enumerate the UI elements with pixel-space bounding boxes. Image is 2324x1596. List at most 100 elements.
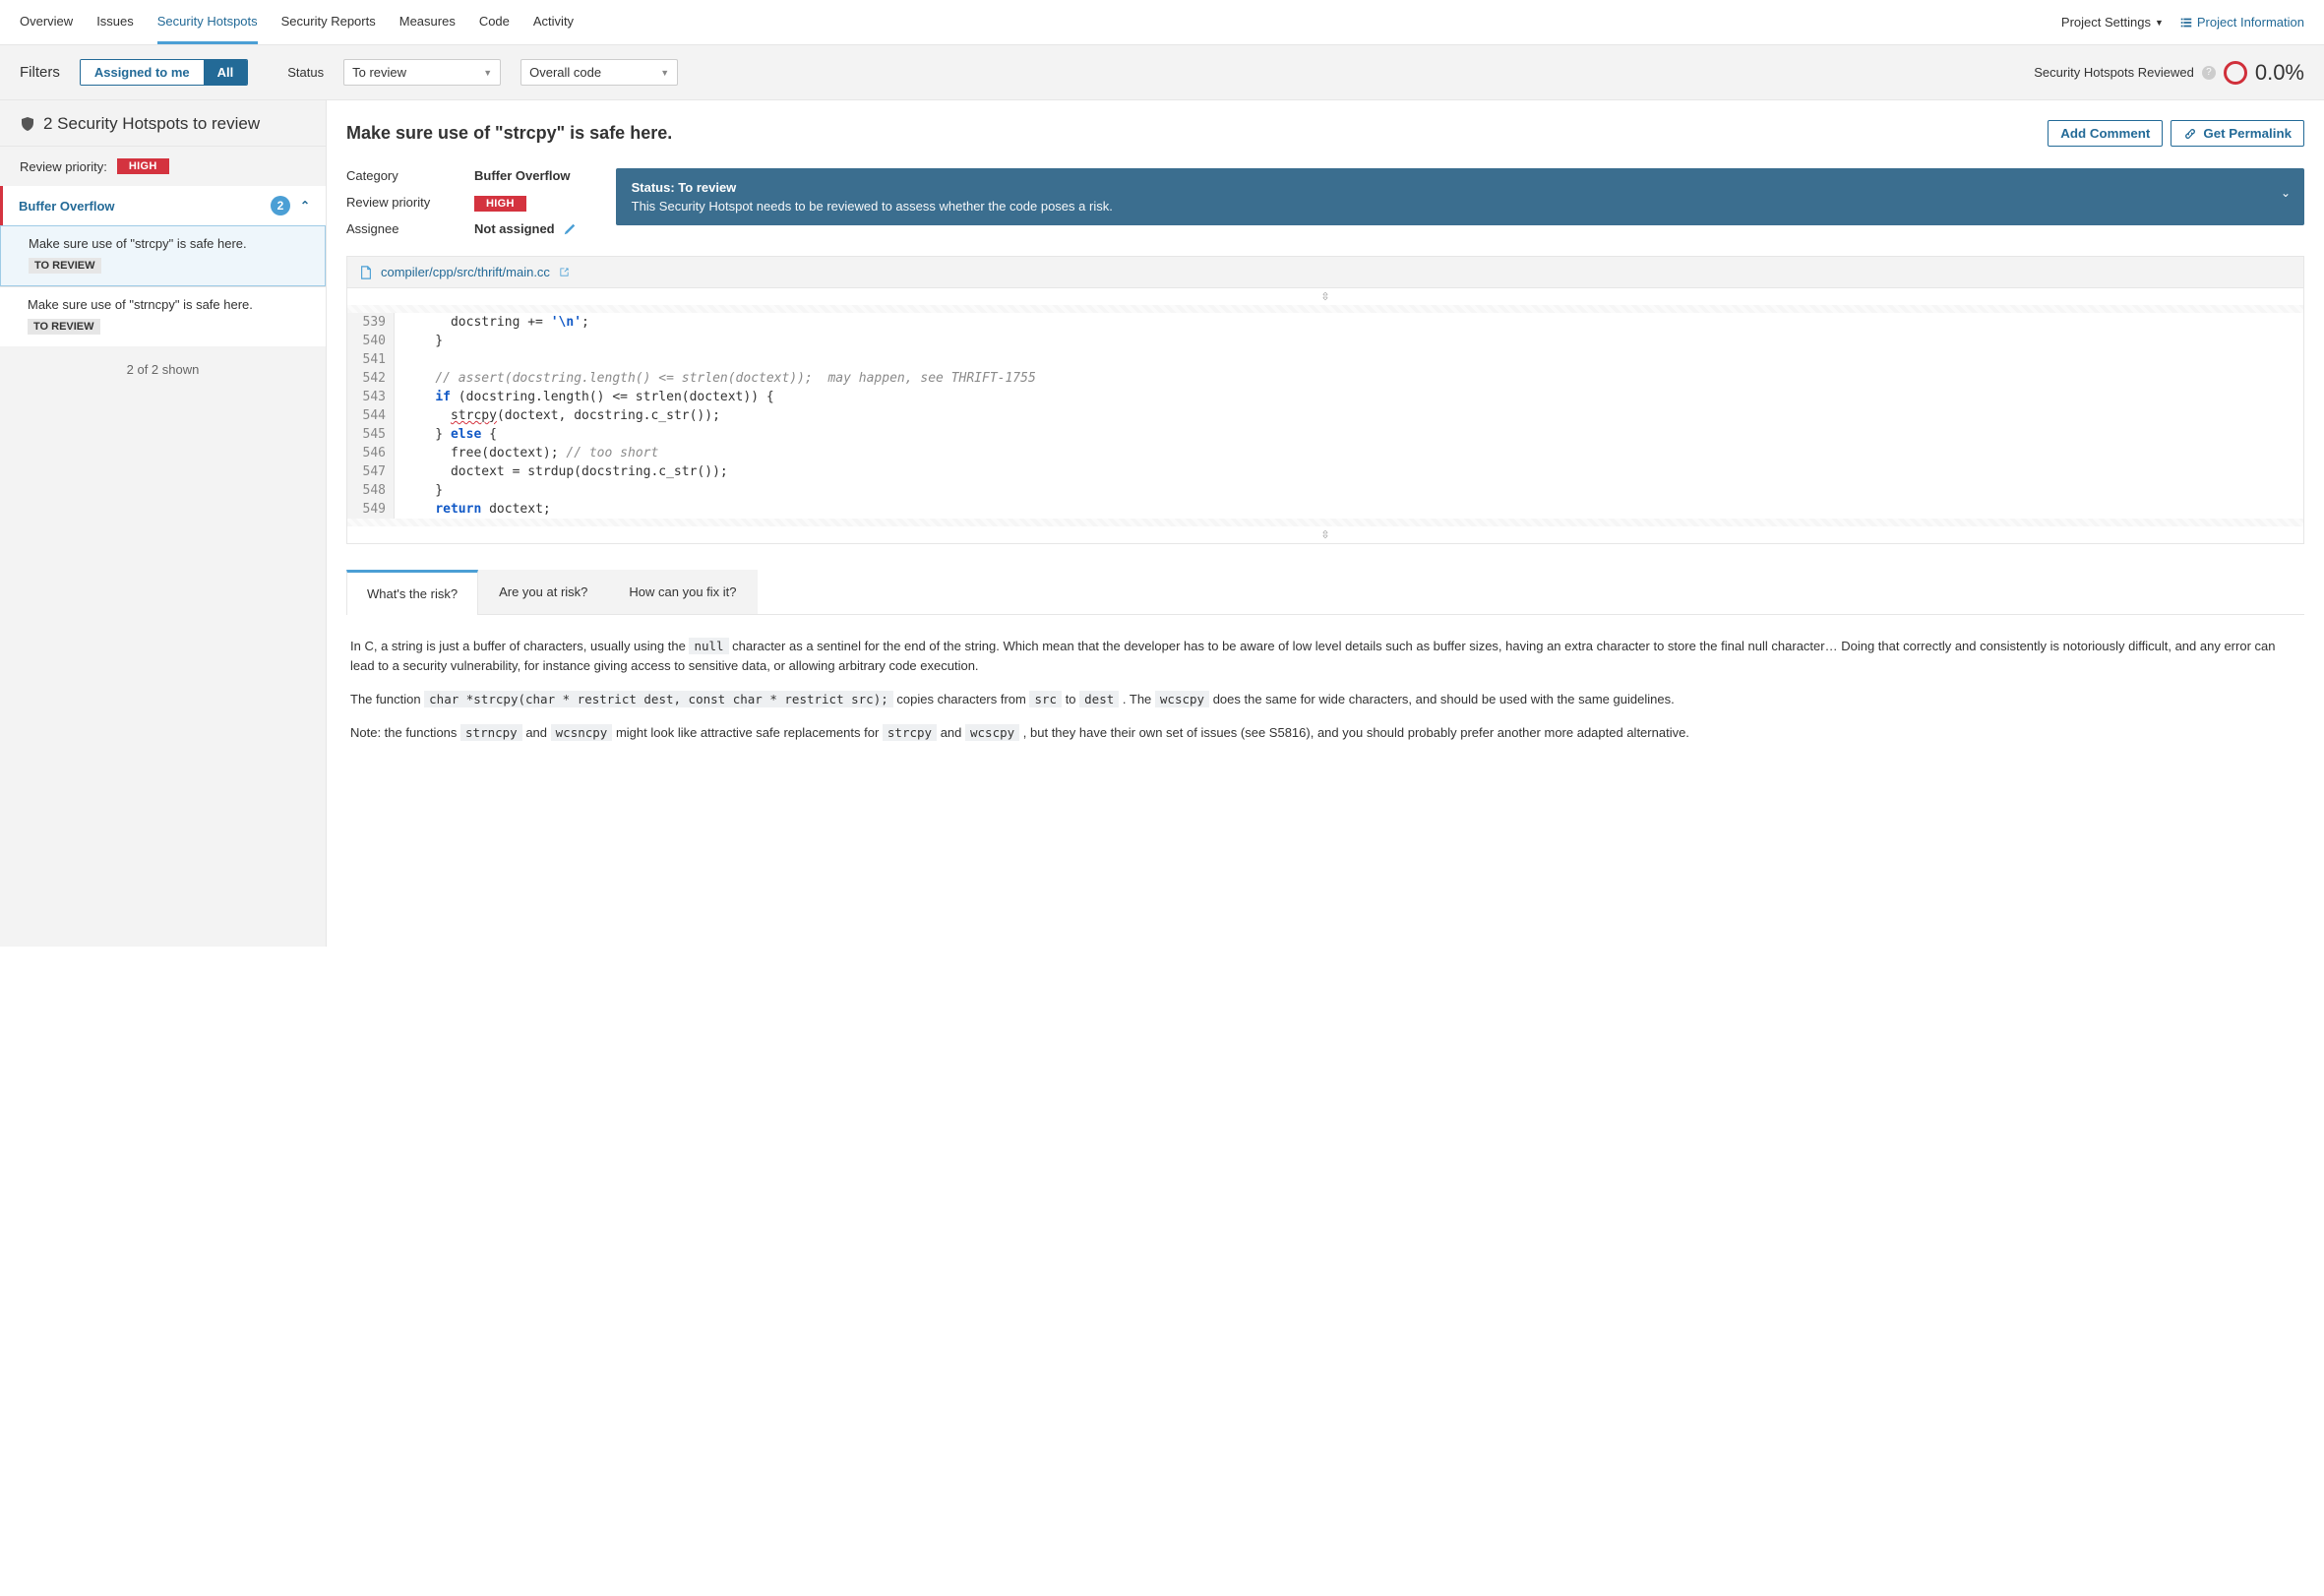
project-information-link[interactable]: Project Information [2179, 15, 2304, 30]
desc-text: Note: the functions [350, 725, 460, 740]
line-content: return doctext; [395, 500, 2303, 519]
seg-assigned-to-me[interactable]: Assigned to me [81, 60, 204, 85]
hotspot-item[interactable]: Make sure use of "strcpy" is safe here. … [0, 225, 326, 286]
assignment-toggle: Assigned to me All [80, 59, 248, 86]
filters-title: Filters [20, 64, 60, 81]
file-path[interactable]: compiler/cpp/src/thrift/main.cc [381, 265, 550, 279]
inline-code: src [1029, 691, 1062, 707]
link-icon [2183, 127, 2197, 141]
hotspot-title: Make sure use of "strcpy" is safe here. [346, 123, 2040, 144]
line-content: doctext = strdup(docstring.c_str()); [395, 462, 2303, 481]
code-line[interactable]: 540 } [347, 332, 2303, 350]
code-line[interactable]: 541 [347, 350, 2303, 369]
line-number: 547 [347, 462, 395, 481]
code-line[interactable]: 549 return doctext; [347, 500, 2303, 519]
hotspot-sidebar: 2 Security Hotspots to review Review pri… [0, 100, 327, 947]
tab-are-you-at-risk[interactable]: Are you at risk? [478, 570, 608, 614]
desc-text: , but they have their own set of issues … [1023, 725, 1689, 740]
tab-issues[interactable]: Issues [96, 1, 134, 44]
line-number: 543 [347, 388, 395, 406]
code-viewer: ⇳ 539 docstring += '\n';540 }541542 // a… [346, 288, 2304, 544]
inline-code: char *strcpy(char * restrict dest, const… [424, 691, 893, 707]
tab-bar: Overview Issues Security Hotspots Securi… [20, 1, 2061, 44]
desc-text: copies characters from [896, 692, 1029, 706]
open-in-new-icon[interactable] [558, 266, 571, 278]
line-content: free(doctext); // too short [395, 444, 2303, 462]
code-line[interactable]: 546 free(doctext); // too short [347, 444, 2303, 462]
edit-icon[interactable] [563, 222, 577, 236]
list-icon [2179, 16, 2193, 30]
expand-up-handle[interactable]: ⇳ [347, 288, 2303, 305]
line-content: } [395, 332, 2303, 350]
code-line[interactable]: 542 // assert(docstring.length() <= strl… [347, 369, 2303, 388]
hotspot-item[interactable]: Make sure use of "strncpy" is safe here.… [0, 286, 326, 346]
desc-text: to [1066, 692, 1079, 706]
desc-text: might look like attractive safe replacem… [616, 725, 883, 740]
meta-category-value: Buffer Overflow [474, 168, 577, 183]
tab-security-reports[interactable]: Security Reports [281, 1, 376, 44]
desc-text: and [525, 725, 550, 740]
category-count-badge: 2 [271, 196, 290, 215]
inline-code: wcsncpy [551, 724, 613, 741]
line-number: 542 [347, 369, 395, 388]
project-settings-label: Project Settings [2061, 15, 2151, 30]
priority-badge-high: HIGH [117, 158, 169, 174]
code-context-placeholder [347, 519, 2303, 526]
line-number: 545 [347, 425, 395, 444]
sidebar-title: 2 Security Hotspots to review [43, 114, 260, 134]
tab-activity[interactable]: Activity [533, 1, 574, 44]
desc-text: does the same for wide characters, and s… [1213, 692, 1675, 706]
code-line[interactable]: 543 if (docstring.length() <= strlen(doc… [347, 388, 2303, 406]
code-line[interactable]: 545 } else { [347, 425, 2303, 444]
desc-text: and [941, 725, 965, 740]
inline-code: null [689, 638, 728, 654]
tab-how-can-you-fix-it[interactable]: How can you fix it? [608, 570, 757, 614]
shown-count: 2 of 2 shown [0, 346, 326, 393]
code-context-placeholder [347, 305, 2303, 313]
category-name: Buffer Overflow [19, 199, 271, 214]
inline-code: wcscpy [1155, 691, 1209, 707]
sidebar-title-row: 2 Security Hotspots to review [0, 100, 326, 146]
meta-assignee-label: Assignee [346, 221, 455, 236]
tab-measures[interactable]: Measures [399, 1, 456, 44]
tab-code[interactable]: Code [479, 1, 510, 44]
help-icon[interactable]: ? [2202, 66, 2216, 80]
meta-category-label: Category [346, 168, 455, 183]
status-label: Status [287, 65, 324, 80]
chevron-up-icon: ⌃ [300, 199, 310, 213]
project-settings-dropdown[interactable]: Project Settings ▼ [2061, 15, 2164, 30]
category-header[interactable]: Buffer Overflow 2 ⌃ [0, 186, 326, 225]
line-number: 549 [347, 500, 395, 519]
code-line[interactable]: 539 docstring += '\n'; [347, 313, 2303, 332]
status-select-value: To review [352, 65, 406, 80]
status-dropdown[interactable]: Status: To review This Security Hotspot … [616, 168, 2304, 225]
file-header: compiler/cpp/src/thrift/main.cc [346, 256, 2304, 288]
hotspot-item-title: Make sure use of "strncpy" is safe here. [28, 297, 310, 312]
inline-code: strcpy [883, 724, 937, 741]
tab-overview[interactable]: Overview [20, 1, 73, 44]
scope-select[interactable]: Overall code ▼ [520, 59, 678, 86]
add-comment-button[interactable]: Add Comment [2048, 120, 2163, 147]
tab-whats-the-risk[interactable]: What's the risk? [346, 570, 478, 615]
chevron-down-icon: ▼ [2155, 18, 2164, 28]
line-number: 539 [347, 313, 395, 332]
line-number: 541 [347, 350, 395, 369]
code-line[interactable]: 548 } [347, 481, 2303, 500]
code-line[interactable]: 547 doctext = strdup(docstring.c_str()); [347, 462, 2303, 481]
line-content: // assert(docstring.length() <= strlen(d… [395, 369, 2303, 388]
line-number: 540 [347, 332, 395, 350]
expand-down-handle[interactable]: ⇳ [347, 526, 2303, 543]
reviewed-donut-icon [2224, 61, 2247, 85]
status-select[interactable]: To review ▼ [343, 59, 501, 86]
hotspot-item-status: TO REVIEW [28, 319, 100, 335]
line-content: if (docstring.length() <= strlen(doctext… [395, 388, 2303, 406]
seg-all[interactable]: All [204, 60, 248, 85]
explanation-tabs: What's the risk? Are you at risk? How ca… [346, 570, 2304, 615]
code-line[interactable]: 544 strcpy(doctext, docstring.c_str()); [347, 406, 2303, 425]
line-number: 544 [347, 406, 395, 425]
get-permalink-button[interactable]: Get Permalink [2171, 120, 2304, 147]
filter-bar: Filters Assigned to me All Status To rev… [0, 45, 2324, 100]
line-content: strcpy(doctext, docstring.c_str()); [395, 406, 2303, 425]
tab-security-hotspots[interactable]: Security Hotspots [157, 1, 258, 44]
desc-text: The function [350, 692, 424, 706]
